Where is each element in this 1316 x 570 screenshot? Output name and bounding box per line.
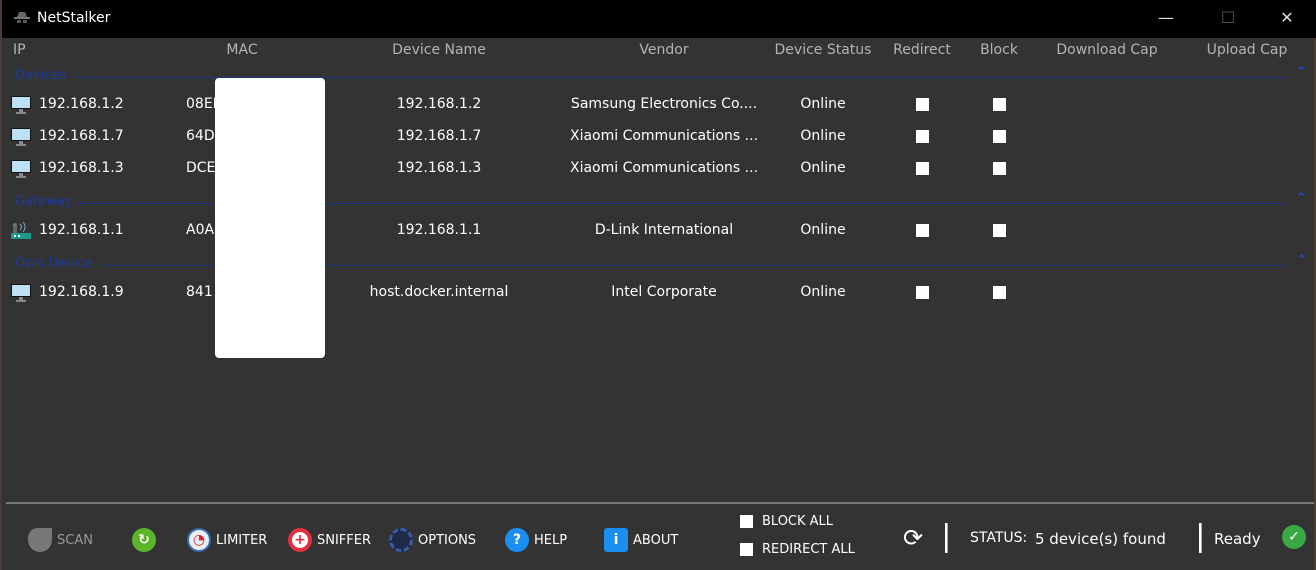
redirect-checkbox[interactable]	[916, 98, 929, 111]
redirect-all-label: REDIRECT ALL	[762, 542, 855, 557]
checkbox[interactable]	[740, 515, 753, 528]
block-checkbox[interactable]	[993, 224, 1006, 237]
info-icon: i	[604, 528, 628, 552]
status-cell: Online	[800, 128, 846, 144]
mac-cell: 841	[186, 284, 213, 300]
redirect-all-checkbox[interactable]: REDIRECT ALL	[740, 542, 855, 557]
block-checkbox[interactable]	[993, 162, 1006, 175]
block-all-checkbox[interactable]: BLOCK ALL	[740, 514, 833, 529]
satellite-dish-icon	[28, 528, 52, 552]
options-button[interactable]: OPTIONS	[389, 528, 476, 552]
group-header-devices: Devices	[15, 68, 67, 83]
question-icon: ?	[505, 528, 529, 552]
mac-cell: A0A	[186, 222, 215, 238]
scan-label: SCAN	[57, 532, 93, 548]
redaction-box	[215, 78, 325, 358]
vendor-cell: Xiaomi Communications ...	[569, 128, 759, 144]
window-title: NetStalker	[37, 10, 111, 26]
toolbar-divider	[6, 502, 1314, 504]
monitor-icon	[11, 96, 31, 118]
sniffer-label: SNIFFER	[317, 532, 372, 548]
about-button[interactable]: i ABOUT	[604, 528, 678, 552]
checkbox[interactable]	[740, 543, 753, 556]
status-cell: Online	[800, 222, 846, 238]
device-name-cell: 192.168.1.7	[396, 128, 482, 144]
checkmark-icon: ✓	[1282, 525, 1306, 549]
column-header[interactable]: Block	[980, 42, 1018, 58]
group-header-gateway: Gateway	[15, 194, 73, 209]
gear-icon	[389, 528, 413, 552]
column-header[interactable]: Device Name	[392, 42, 486, 58]
column-header[interactable]: Download Cap	[1056, 42, 1157, 58]
app-icon	[14, 12, 30, 23]
router-icon	[11, 221, 31, 244]
chevron-up-icon[interactable]: ⌃	[1296, 65, 1307, 80]
block-checkbox[interactable]	[993, 286, 1006, 299]
device-name-cell: host.docker.internal	[369, 284, 509, 300]
ip-cell: 192.168.1.3	[39, 160, 124, 176]
redirect-checkbox[interactable]	[916, 162, 929, 175]
column-header[interactable]: Vendor	[639, 42, 688, 58]
redirect-checkbox[interactable]	[916, 130, 929, 143]
device-name-cell: 192.168.1.3	[396, 160, 482, 176]
limiter-label: LIMITER	[216, 532, 268, 548]
ip-cell: 192.168.1.1	[39, 222, 124, 238]
status-cell: Online	[800, 160, 846, 176]
minimize-button[interactable]: —	[1151, 8, 1181, 30]
mac-cell: 64D	[186, 128, 215, 144]
column-header[interactable]: Redirect	[893, 42, 951, 58]
ready-text: Ready	[1214, 530, 1261, 548]
mac-cell: DCE	[186, 160, 216, 176]
chevron-up-icon[interactable]: ⌃	[1296, 253, 1307, 268]
ip-cell: 192.168.1.7	[39, 128, 124, 144]
block-all-label: BLOCK ALL	[762, 514, 834, 529]
status-divider	[945, 523, 948, 553]
device-name-cell: 192.168.1.1	[396, 222, 482, 238]
crosshair-icon: +	[288, 528, 312, 552]
vendor-cell: Intel Corporate	[611, 284, 717, 300]
refresh-icon: ↻	[132, 528, 156, 552]
limiter-button[interactable]: ◔ LIMITER	[187, 528, 267, 552]
sniffer-button[interactable]: + SNIFFER	[288, 528, 371, 552]
status-text: 5 device(s) found	[1035, 530, 1166, 548]
monitor-icon	[11, 284, 31, 306]
chevron-up-icon[interactable]: ⌃	[1296, 191, 1307, 206]
about-label: ABOUT	[633, 532, 679, 548]
close-button[interactable]: ✕	[1272, 8, 1302, 30]
status-cell: Online	[800, 96, 846, 112]
options-label: OPTIONS	[418, 532, 477, 548]
ip-cell: 192.168.1.9	[39, 284, 124, 300]
monitor-icon	[11, 160, 31, 182]
sync-icon: ⟳	[903, 524, 924, 552]
column-header[interactable]: IP	[13, 42, 26, 58]
state-divider	[1199, 523, 1202, 553]
vendor-cell: Xiaomi Communications ...	[569, 160, 759, 176]
redirect-checkbox[interactable]	[916, 286, 929, 299]
speedometer-icon: ◔	[187, 528, 211, 552]
scan-button[interactable]: SCAN	[28, 528, 93, 552]
ip-cell: 192.168.1.2	[39, 96, 124, 112]
maximize-button[interactable]: ☐	[1213, 8, 1243, 30]
vendor-cell: D-Link International	[594, 222, 734, 238]
help-button[interactable]: ? HELP	[505, 528, 567, 552]
vendor-cell: Samsung Electronics Co....	[570, 96, 758, 112]
block-checkbox[interactable]	[993, 130, 1006, 143]
status-label: STATUS:	[970, 530, 1028, 546]
refresh-button[interactable]: ↻	[132, 528, 156, 552]
help-label: HELP	[534, 532, 568, 548]
status-cell: Online	[800, 284, 846, 300]
redirect-checkbox[interactable]	[916, 224, 929, 237]
monitor-icon	[11, 128, 31, 150]
device-name-cell: 192.168.1.2	[396, 96, 482, 112]
group-header-own-device: Own Device	[15, 256, 93, 271]
column-header[interactable]: Upload Cap	[1207, 42, 1288, 58]
block-checkbox[interactable]	[993, 98, 1006, 111]
title-bar	[2, 0, 1316, 38]
column-header[interactable]: Device Status	[775, 42, 872, 58]
column-header[interactable]: MAC	[226, 42, 257, 58]
